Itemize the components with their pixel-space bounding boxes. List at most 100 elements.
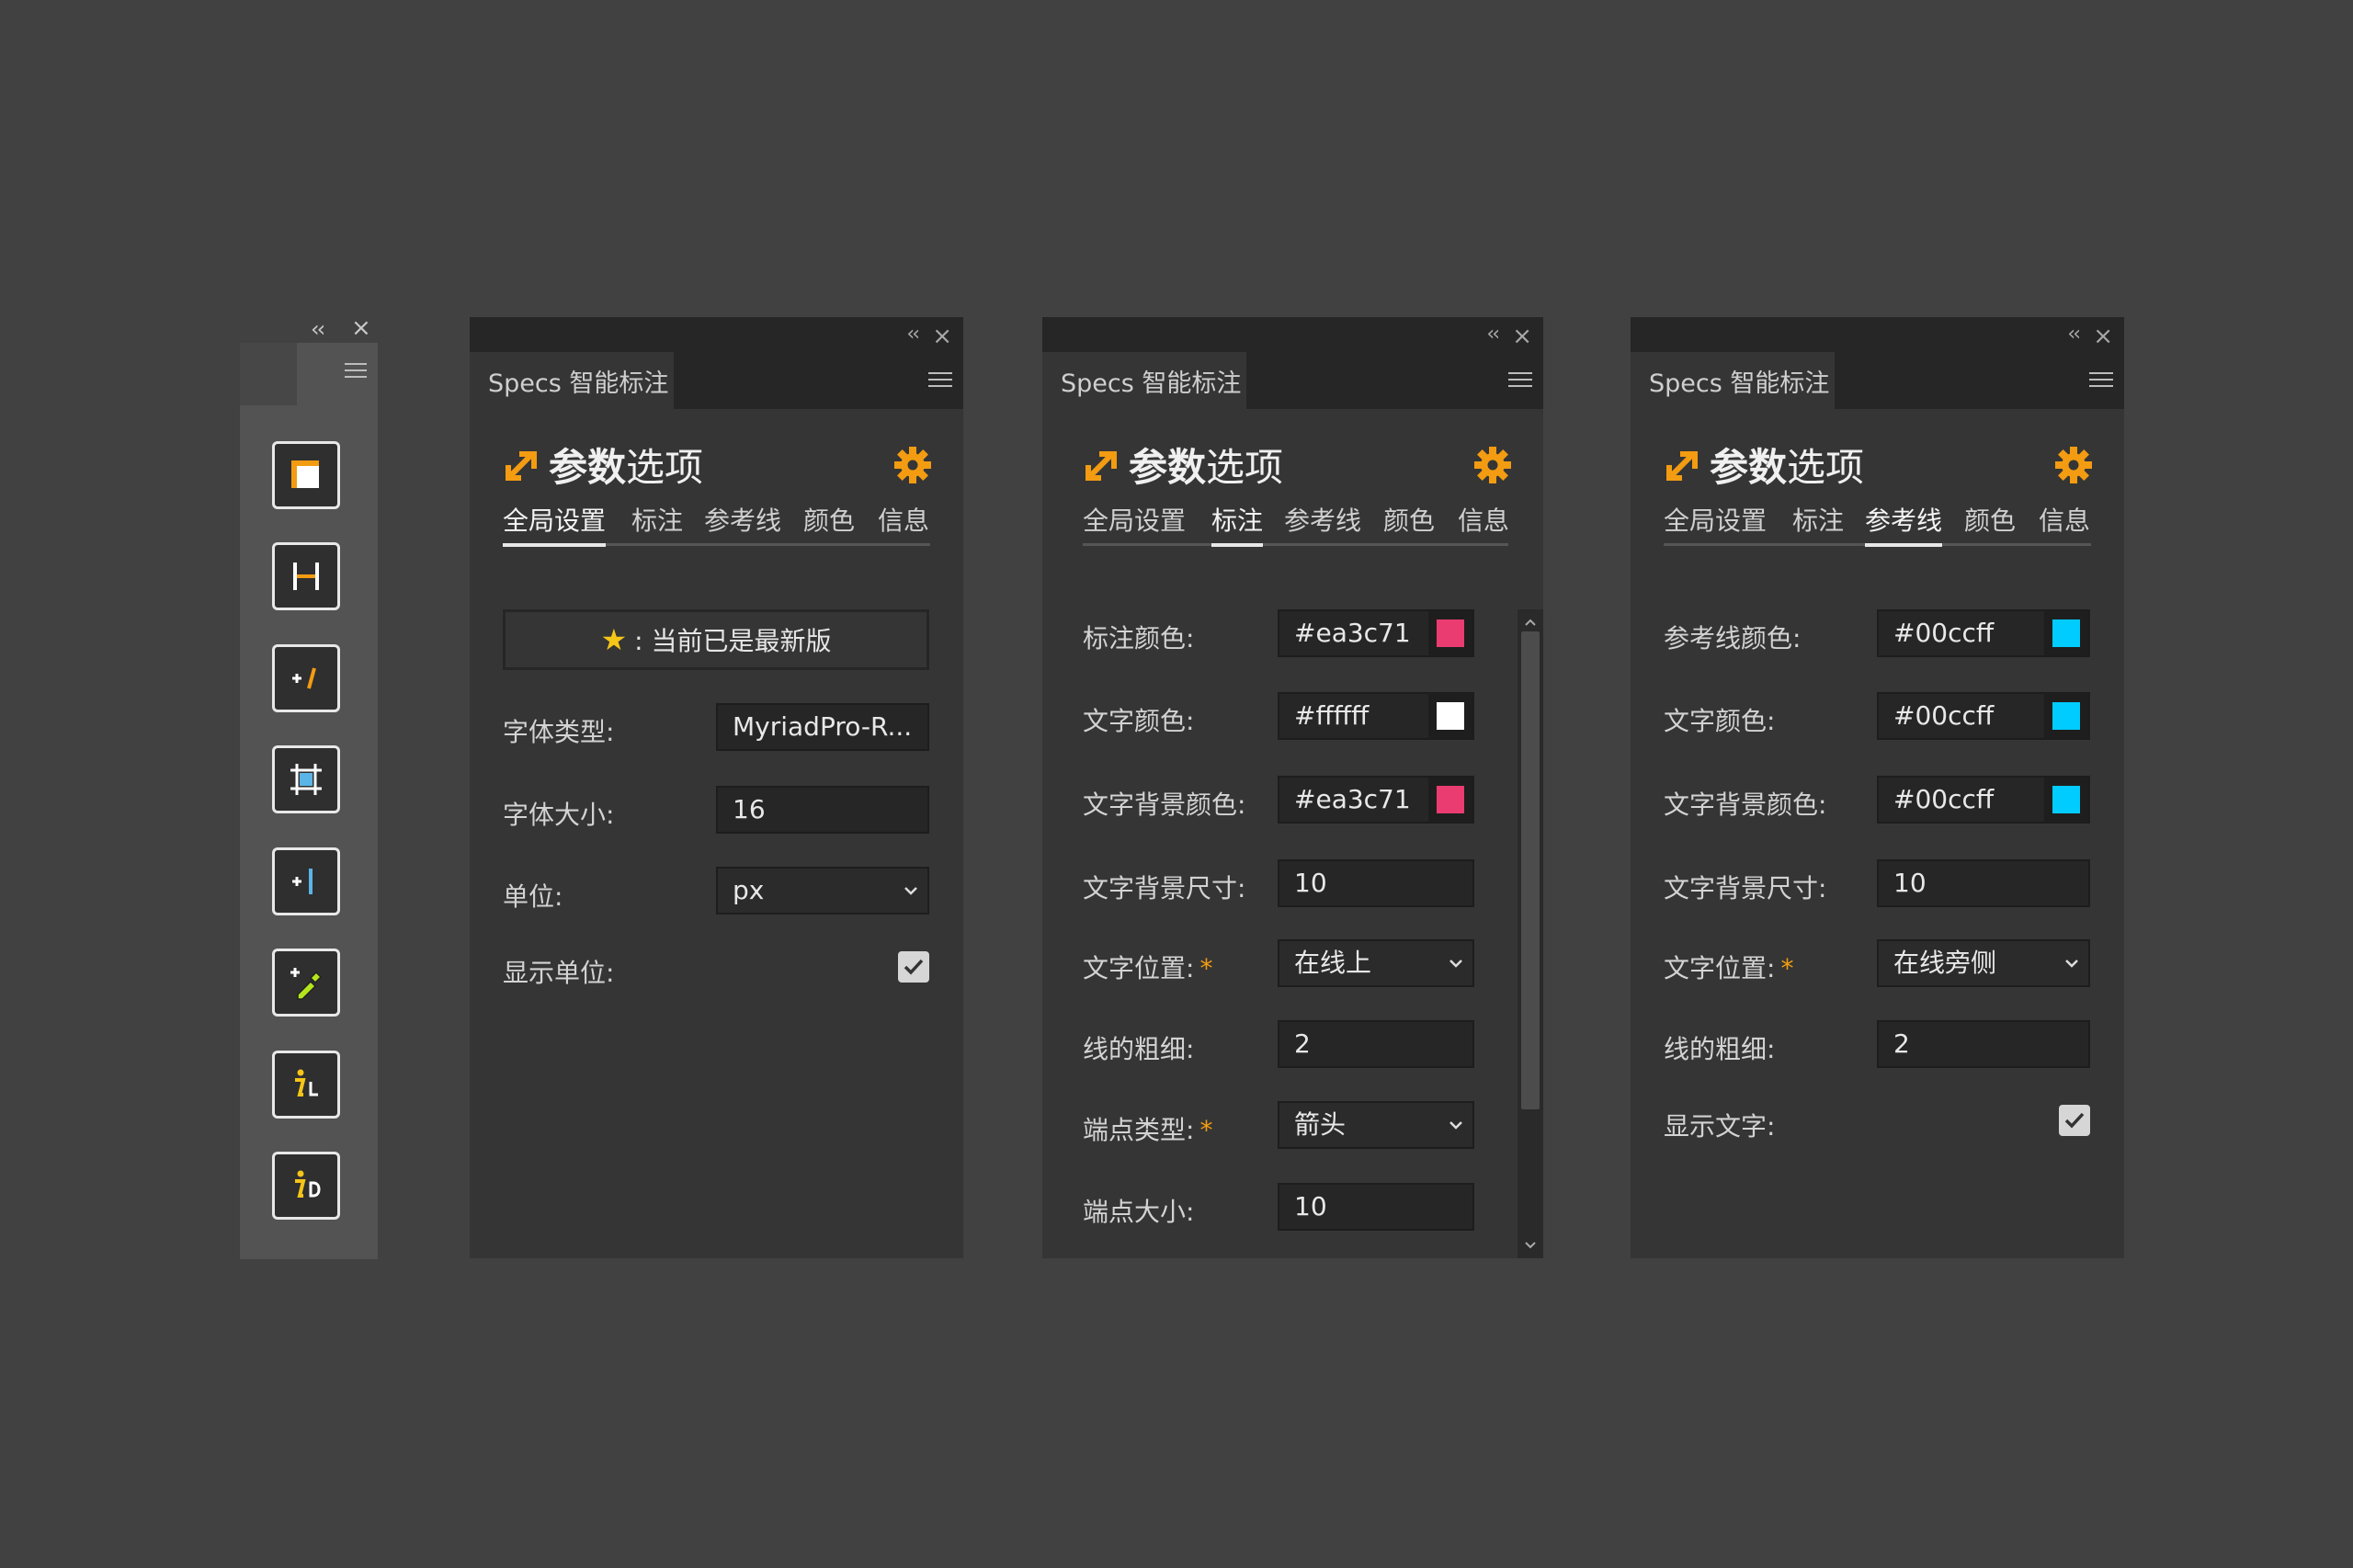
text-bg-size-field[interactable]: 10 [1877, 859, 2090, 907]
toolbar-close-icon[interactable]: × [351, 316, 371, 340]
text-bg-color-field[interactable]: #00ccff [1877, 776, 2090, 824]
toolbar-collapse-icon[interactable]: ‹‹ [311, 318, 325, 340]
color-picker-tool-icon [290, 968, 323, 1000]
gear-icon[interactable] [2054, 446, 2093, 484]
checkmark-icon [2064, 1112, 2085, 1129]
show-unit-checkbox[interactable] [898, 951, 929, 983]
endpoint-type-select[interactable]: 箭头 [1278, 1101, 1474, 1149]
text-position-label-text: 文字位置: [1083, 953, 1195, 983]
checkmark-icon [904, 959, 924, 975]
required-mark: * [1780, 953, 1794, 983]
line-width-field[interactable]: 2 [1278, 1020, 1474, 1068]
unit-select[interactable]: px [716, 867, 929, 915]
show-text-checkbox[interactable] [2059, 1105, 2090, 1136]
text-position-value: 在线旁侧 [1893, 948, 1997, 978]
chevron-up-icon[interactable] [1523, 615, 1538, 630]
tab-guide[interactable]: 参考线 [1865, 501, 1943, 547]
endpoint-size-field[interactable]: 10 [1278, 1183, 1474, 1231]
text-bg-color-label: 文字背景颜色: [1083, 790, 1246, 820]
scrollbar[interactable] [1518, 609, 1543, 1258]
add-measure-tool-button[interactable] [272, 644, 340, 712]
font-type-field[interactable]: MyriadPro-R... [716, 703, 929, 751]
show-text-label: 显示文字: [1664, 1111, 1776, 1142]
tab-global[interactable]: 全局设置 [1083, 501, 1186, 543]
text-color-value: #ffffff [1294, 700, 1370, 731]
text-bg-size-field[interactable]: 10 [1278, 859, 1474, 907]
doc-info-tool-button[interactable] [272, 1152, 340, 1220]
add-guide-tool-button[interactable] [272, 847, 340, 915]
panel-global-settings: ‹‹ × Specs 智能标注 参数 选项 全局设置 标注 参考线 颜色 信息 ★… [470, 317, 963, 1258]
guide-color-field[interactable]: #00ccff [1877, 609, 2090, 657]
tab-global[interactable]: 全局设置 [1664, 501, 1767, 543]
panel-title: 参数 选项 [1083, 437, 1283, 493]
spec-color-label: 标注颜色: [1083, 623, 1195, 653]
panel-title-rest: 选项 [1206, 445, 1284, 490]
text-bg-color-field[interactable]: #ea3c71 [1278, 776, 1474, 824]
line-width-field[interactable]: 2 [1877, 1020, 2090, 1068]
panel-close-icon[interactable]: × [1512, 323, 1532, 350]
tab-color[interactable]: 颜色 [1964, 501, 2016, 543]
spec-color-swatch-button[interactable] [1428, 611, 1472, 655]
panel-collapse-icon[interactable]: ‹‹ [1486, 323, 1500, 346]
tab-color[interactable]: 颜色 [803, 501, 855, 543]
font-size-field[interactable]: 16 [716, 786, 929, 834]
color-swatch [1437, 786, 1464, 813]
endpoint-type-label: 端点类型: * [1083, 1110, 1212, 1147]
text-color-field[interactable]: #ffffff [1278, 692, 1474, 740]
gear-icon[interactable] [1473, 446, 1512, 484]
settings-tabs: 全局设置 标注 参考线 颜色 信息 [503, 501, 930, 547]
update-notice: ★ : 当前已是最新版 [503, 609, 929, 670]
font-size-label: 字体大小: [503, 800, 615, 830]
tab-spec[interactable]: 标注 [1792, 501, 1844, 543]
panel-tab-title: Specs 智能标注 [1649, 369, 1830, 398]
text-color-swatch-button[interactable] [2044, 694, 2088, 738]
text-position-select[interactable]: 在线上 [1278, 939, 1474, 987]
panel-tab-specs[interactable]: Specs 智能标注 [470, 352, 674, 409]
panel-tab-specs[interactable]: Specs 智能标注 [1042, 352, 1246, 409]
panel-title-bold: 参数 [1710, 445, 1788, 490]
panel-title-bold: 参数 [549, 445, 627, 490]
text-position-value: 在线上 [1294, 948, 1372, 978]
text-bg-color-swatch-button[interactable] [2044, 778, 2088, 822]
guide-color-value: #00ccff [1893, 618, 1995, 648]
color-swatch [1437, 619, 1464, 647]
text-color-field[interactable]: #00ccff [1877, 692, 2090, 740]
text-bg-color-value: #ea3c71 [1294, 784, 1411, 814]
tab-info[interactable]: 信息 [2039, 501, 2090, 543]
scrollbar-thumb[interactable] [1521, 631, 1540, 1109]
tab-spec[interactable]: 标注 [1211, 501, 1264, 547]
panel-close-icon[interactable]: × [932, 323, 952, 350]
chevron-down-icon [1449, 1121, 1462, 1130]
update-notice-text: : 当前已是最新版 [634, 626, 832, 656]
tab-color[interactable]: 颜色 [1383, 501, 1435, 543]
panel-menu-icon[interactable] [2089, 372, 2113, 392]
spec-color-field[interactable]: #ea3c71 [1278, 609, 1474, 657]
layer-info-tool-button[interactable] [272, 1051, 340, 1119]
color-picker-tool-button[interactable] [272, 949, 340, 1017]
chevron-down-icon[interactable] [1523, 1238, 1538, 1253]
gear-icon[interactable] [893, 446, 932, 484]
panel-menu-icon[interactable] [1508, 372, 1532, 392]
endpoint-type-label-text: 端点类型: [1083, 1115, 1195, 1145]
panel-collapse-icon[interactable]: ‹‹ [906, 323, 920, 346]
tab-guide[interactable]: 参考线 [704, 501, 781, 543]
tab-global[interactable]: 全局设置 [503, 501, 607, 547]
panel-close-icon[interactable]: × [2093, 323, 2113, 350]
tab-spec[interactable]: 标注 [631, 501, 683, 543]
guide-color-swatch-button[interactable] [2044, 611, 2088, 655]
toolbar-menu-icon[interactable] [345, 363, 367, 382]
panel-collapse-icon[interactable]: ‹‹ [2067, 323, 2081, 346]
text-bg-color-swatch-button[interactable] [1428, 778, 1472, 822]
doc-info-tool-icon [295, 1170, 321, 1198]
panel-menu-icon[interactable] [928, 372, 952, 392]
tab-info[interactable]: 信息 [1458, 501, 1509, 543]
tab-guide[interactable]: 参考线 [1284, 501, 1361, 543]
tab-info[interactable]: 信息 [878, 501, 929, 543]
panel-tab-specs[interactable]: Specs 智能标注 [1631, 352, 1835, 409]
text-color-swatch-button[interactable] [1428, 694, 1472, 738]
spacing-spec-tool-button[interactable] [272, 542, 340, 610]
text-position-select[interactable]: 在线旁侧 [1877, 939, 2090, 987]
layer-spec-tool-button[interactable] [272, 441, 340, 509]
add-measure-tool-icon [292, 667, 316, 689]
artboard-bounds-tool-button[interactable] [272, 745, 340, 813]
